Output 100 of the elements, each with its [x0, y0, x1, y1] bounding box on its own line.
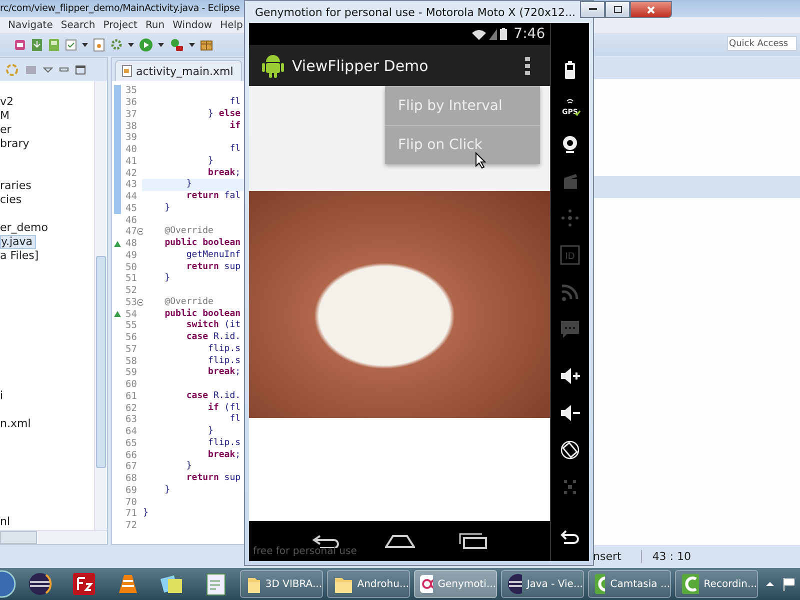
minimize-icon[interactable]: [59, 66, 69, 72]
code-line: }: [164, 202, 170, 214]
line-number: 72: [126, 520, 137, 532]
xml-file-icon: [122, 65, 132, 77]
tree-item[interactable]: a Files]: [0, 249, 41, 263]
flag-icon[interactable]: [782, 577, 796, 591]
code-line: }: [164, 273, 170, 284]
recent-apps-icon[interactable]: [457, 533, 488, 549]
volume-down-icon[interactable]: [558, 402, 582, 424]
checkbox-icon[interactable]: [65, 38, 77, 50]
tree-item[interactable]: i: [0, 389, 6, 403]
tree-item[interactable]: n.xml: [0, 417, 33, 431]
fold-icon[interactable]: [137, 298, 143, 306]
line-number: 66: [126, 450, 137, 461]
code-line: flip.s: [207, 344, 241, 355]
close-button[interactable]: [630, 1, 672, 18]
caret-icon[interactable]: [189, 42, 195, 48]
home-icon[interactable]: [384, 534, 415, 548]
code-line: break;: [207, 367, 241, 378]
overflow-menu-icon[interactable]: [525, 56, 530, 74]
download-icon[interactable]: [31, 38, 43, 52]
taskbar-button[interactable]: Camtasia ...: [588, 570, 671, 598]
code-line: fl: [228, 144, 241, 156]
quick-access-field[interactable]: Quick Access: [727, 36, 797, 51]
line-number: 65: [126, 438, 137, 449]
camtasia-icon: [681, 573, 699, 595]
scrollbar[interactable]: [94, 81, 107, 530]
tree-item[interactable]: brary: [0, 137, 32, 151]
window-title: rc/com/view_flipper_demo/MainActivity.java - Eclipse: [0, 3, 240, 14]
line-number: 70: [126, 496, 137, 508]
maximize-button[interactable]: [605, 1, 630, 18]
menu-item[interactable]: Help: [220, 20, 243, 30]
package-icon[interactable]: [200, 38, 213, 51]
maximize-icon: [614, 6, 622, 13]
caret-icon[interactable]: [43, 66, 53, 72]
code-line: case R.id.: [185, 390, 241, 402]
document-icon[interactable]: [93, 38, 105, 52]
volume-up-icon[interactable]: [558, 365, 582, 387]
line-number: 50: [126, 262, 137, 273]
line-number: 44: [126, 191, 137, 202]
scrollbar[interactable]: [0, 530, 107, 544]
battery-icon: [500, 28, 507, 40]
minimize-button[interactable]: [580, 1, 606, 18]
line-number: 58: [126, 356, 137, 367]
minimize-icon: [588, 8, 597, 11]
code-line: case R.id.: [185, 332, 241, 344]
menu-item[interactable]: Search: [60, 20, 96, 30]
tree-item[interactable]: er_demo: [0, 221, 50, 235]
taskbar-button[interactable]: Java - Vie...: [501, 570, 584, 598]
tree-item[interactable]: er: [0, 123, 14, 137]
code-line: break;: [207, 450, 241, 461]
fold-icon[interactable]: [137, 228, 143, 236]
caret-icon[interactable]: [82, 42, 88, 48]
code-line: return sup: [185, 262, 241, 273]
code-line: fl: [228, 414, 241, 426]
back-icon[interactable]: [312, 534, 342, 548]
menu-item[interactable]: Run: [145, 20, 165, 30]
line-number: 54: [126, 308, 137, 320]
tree-item[interactable]: y.java: [0, 235, 36, 249]
code-line: fl: [228, 97, 241, 108]
code-line: }: [185, 461, 192, 472]
caret-icon[interactable]: [158, 42, 164, 48]
maximize-icon[interactable]: [75, 64, 86, 74]
start-button[interactable]: [0, 570, 16, 598]
taskbar-button[interactable]: 3D VIBRA...: [240, 570, 323, 598]
caret-icon[interactable]: [128, 42, 134, 48]
tree-item[interactable]: nl: [0, 515, 12, 529]
line-number: 39: [126, 132, 137, 144]
eclipse-icon[interactable]: [27, 571, 53, 597]
line-number: 45: [126, 202, 137, 214]
window-icon[interactable]: [14, 38, 26, 50]
code-line: }: [164, 484, 170, 496]
menu-item[interactable]: Navigate: [8, 20, 53, 30]
gear-icon[interactable]: [110, 38, 123, 51]
code-line: return sup: [185, 473, 241, 484]
line-number: 47: [126, 226, 137, 238]
code-line: getMenuInf: [185, 250, 241, 261]
line-number: 35: [126, 85, 137, 96]
menu-item[interactable]: Project: [103, 20, 138, 30]
tree-item[interactable]: v2: [0, 95, 16, 109]
code-line: break;: [207, 168, 241, 179]
line-number: 38: [126, 120, 137, 132]
code-line: if: [228, 120, 241, 132]
line-number: 40: [126, 144, 137, 156]
play-icon[interactable]: [139, 38, 153, 52]
window-title: Genymotion for personal use - Motorola Moto X (720x12...: [255, 6, 576, 18]
taskbar-button[interactable]: Recordin...: [675, 570, 758, 598]
caret-icon[interactable]: [766, 581, 774, 587]
mouse-pointer-icon: [475, 152, 486, 169]
line-number: 48: [126, 238, 137, 250]
tree-item[interactable]: cies: [0, 193, 24, 207]
code-line: }: [207, 426, 214, 438]
tree-item[interactable]: M: [0, 109, 12, 123]
editor-tab[interactable]: activity_main.xml: [115, 60, 242, 81]
tree-item[interactable]: raries: [0, 179, 34, 193]
taskbar-button[interactable]: Androhu...: [327, 570, 410, 598]
menu-item[interactable]: Window: [172, 20, 212, 30]
cursor-position: 43 : 10: [641, 550, 692, 563]
line-number: 51: [126, 273, 137, 284]
line-number: 43: [126, 179, 137, 190]
